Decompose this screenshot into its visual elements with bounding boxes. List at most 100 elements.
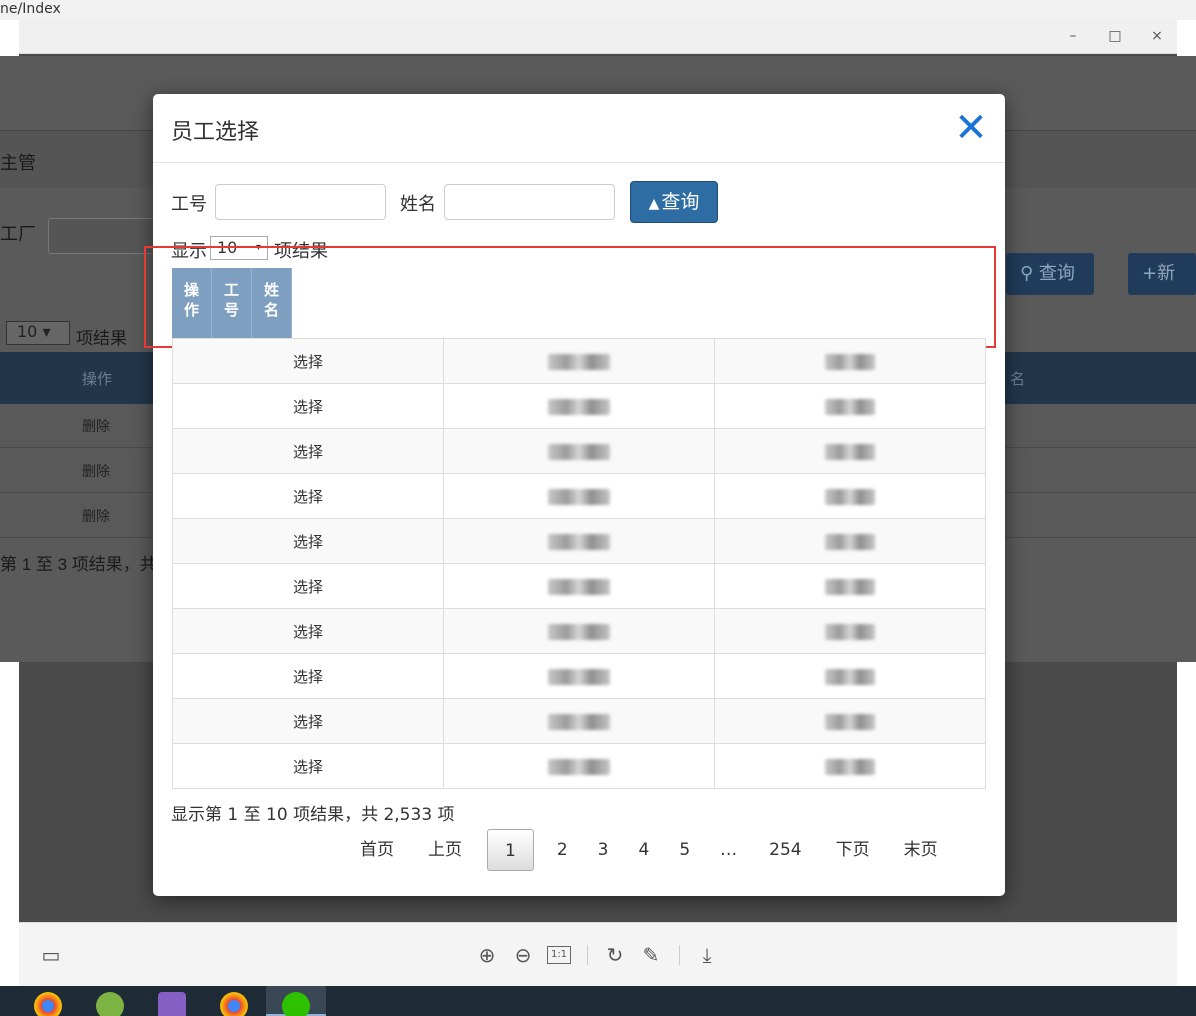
select-link[interactable]: 选择 [172,338,444,384]
zoom-in-icon[interactable]: ⊕ [475,943,499,967]
select-link[interactable]: 选择 [172,383,444,429]
select-link[interactable]: 选择 [172,743,444,789]
emp-no-input[interactable] [215,184,386,220]
chrome-icon [34,992,62,1016]
redacted-emp-no [548,578,610,595]
table-row: 选择 [172,653,986,699]
header-char: 操 [183,281,199,299]
header-emp-no[interactable]: 工 号 [212,268,252,338]
background-col-name: 名 [1010,371,1026,388]
minimize-icon[interactable]: – [1061,24,1085,48]
redacted-name [825,443,875,460]
select-link[interactable]: 选择 [172,428,444,474]
page-number[interactable]: 4 [623,829,664,871]
name-cell [714,698,986,744]
visual-studio-icon [158,992,186,1016]
table-row: 选择 [172,428,986,474]
redacted-name [825,668,875,685]
page-number-last[interactable]: 254 [752,829,818,871]
background-info: 第 1 至 3 项结果，共 [0,555,157,574]
background-header-title: 主管 [0,153,36,173]
page-number[interactable]: 5 [664,829,705,871]
emp-no-cell [443,743,715,789]
layout-icon[interactable]: ▭ [39,943,63,967]
page-number[interactable]: 2 [542,829,583,871]
chrome-taskbar-item[interactable] [18,986,78,1016]
emp-no-cell [443,608,715,654]
name-cell [714,518,986,564]
header-operation[interactable]: 操 作 [172,268,212,338]
background-new-button[interactable]: +新 [1128,253,1196,295]
redacted-name [825,623,875,640]
background-delete-link[interactable]: 删除 [82,416,110,436]
query-button[interactable]: ▲ 查询 [630,181,718,223]
emp-no-cell [443,653,715,699]
android-studio-taskbar-item[interactable] [80,986,140,1016]
page-last[interactable]: 末页 [887,829,955,871]
background-delete-link[interactable]: 删除 [82,461,110,481]
modal-title: 员工选择 [171,120,260,145]
page-number-current[interactable]: 1 [487,829,534,871]
table-row: 选择 [172,518,986,564]
select-link[interactable]: 选择 [172,608,444,654]
plus-icon: + [1142,263,1158,284]
redacted-emp-no [548,488,610,505]
redacted-emp-no [548,533,610,550]
emp-no-cell [443,383,715,429]
header-char: 名 [263,301,279,319]
name-cell [714,383,986,429]
emp-no-label: 工号 [171,194,207,215]
background-page-length-value: 10 [17,322,38,341]
browser-address-bar[interactable]: ne/Index [0,0,1196,20]
page-number[interactable]: 3 [583,829,624,871]
redacted-emp-no [548,398,610,415]
android-studio-icon [96,992,124,1016]
actual-size-icon[interactable]: 1:1 [547,946,571,964]
rotate-icon[interactable]: ↻ [603,943,627,967]
name-cell [714,653,986,699]
chrome-icon [220,992,248,1016]
background-delete-link[interactable]: 删除 [82,506,110,526]
header-char: 姓 [263,281,279,299]
background-show-suffix: 项结果 [76,329,127,348]
modal-header: 员工选择 ✕ [153,94,1005,163]
redacted-name [825,488,875,505]
background-new-label: 新 [1157,263,1176,284]
select-link[interactable]: 选择 [172,653,444,699]
header-name[interactable]: 姓 名 [252,268,292,338]
redacted-name [825,398,875,415]
emp-no-cell [443,338,715,384]
background-page-length-select[interactable]: 10 ▾ [6,321,70,345]
table-row: 选择 [172,698,986,744]
close-icon[interactable]: ✕ [951,108,991,148]
page-first[interactable]: 首页 [343,829,411,871]
visual-studio-taskbar-item[interactable] [142,986,202,1016]
redacted-name [825,713,875,730]
zoom-out-icon[interactable]: ⊖ [511,943,535,967]
table-info: 显示第 1 至 10 项结果，共 2,533 项 [171,805,455,825]
background-query-button[interactable]: ⚲ 查询 [1006,253,1094,295]
select-link[interactable]: 选择 [172,518,444,564]
close-window-icon[interactable]: × [1145,24,1169,48]
pagination: 首页 上页 1 2 3 4 5 … 254 下页 末页 [343,828,955,872]
redacted-emp-no [548,623,610,640]
page-next[interactable]: 下页 [819,829,887,871]
toolbar-divider [587,945,588,965]
search-icon: ⚲ [1020,263,1034,284]
chrome-taskbar-item[interactable] [204,986,264,1016]
download-icon[interactable]: ⤓ [695,943,719,967]
maximize-icon[interactable]: □ [1103,24,1127,48]
wechat-taskbar-item[interactable] [266,986,326,1016]
select-link[interactable]: 选择 [172,698,444,744]
redacted-emp-no [548,353,610,370]
page-prev[interactable]: 上页 [411,829,479,871]
name-input[interactable] [444,184,615,220]
name-cell [714,743,986,789]
select-link[interactable]: 选择 [172,563,444,609]
edit-icon[interactable]: ✎ [639,943,663,967]
select-link[interactable]: 选择 [172,473,444,519]
background-col-operation: 操作 [82,371,113,388]
toolbar-divider [679,945,680,965]
background-factory-input[interactable] [48,218,158,254]
taskbar [0,986,1196,1016]
